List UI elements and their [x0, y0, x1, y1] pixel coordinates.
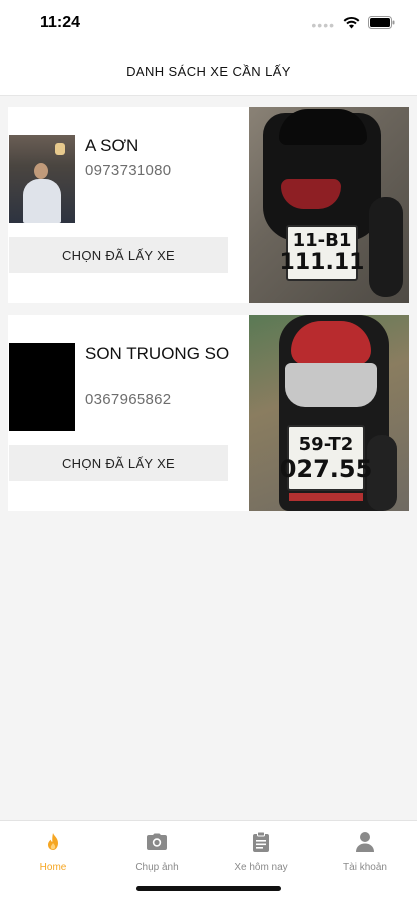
plate-top-line: 11-B1 [292, 230, 352, 251]
battery-icon [368, 16, 395, 34]
driver-phone[interactable]: 0367965862 [85, 391, 171, 408]
status-time: 11:24 [40, 14, 81, 31]
wifi-icon [343, 16, 360, 34]
vehicle-photo[interactable]: 59-T2 027.55 [249, 315, 409, 511]
driver-avatar[interactable] [9, 135, 75, 223]
plate-dealer-strip [289, 493, 363, 501]
plate-bottom-line: 027.55 [279, 454, 373, 483]
person-icon [354, 831, 376, 853]
vehicle-card: SON TRUONG SO 0367965862 CHỌN ĐÃ LẤY XE … [8, 315, 409, 511]
license-plate: 11-B1 111.11 [280, 225, 364, 281]
driver-name: A SƠN [85, 136, 139, 155]
tab-account[interactable]: Tài khoản [313, 831, 417, 881]
tab-home[interactable]: Home [1, 831, 105, 881]
tab-label: Home [39, 862, 67, 873]
tail-light [281, 179, 341, 209]
signal-dots-icon: •••• [311, 17, 335, 33]
tab-camera[interactable]: Chụp ảnh [105, 831, 209, 881]
bike-rear-panel [285, 363, 377, 407]
camera-icon [146, 831, 168, 853]
status-icons: •••• [311, 16, 395, 34]
clipboard-icon [250, 831, 272, 853]
avatar-person-body [23, 179, 61, 223]
app-header: DANH SÁCH XE CẦN LẤY [0, 48, 417, 96]
driver-avatar[interactable] [9, 343, 75, 431]
avatar-person-head [34, 163, 48, 179]
mark-picked-up-button[interactable]: CHỌN ĐÃ LẤY XE [9, 237, 228, 273]
plate-top-line: 59-T2 [298, 433, 354, 455]
vehicle-photo[interactable]: 11-B1 111.11 [249, 107, 409, 303]
mark-picked-up-button[interactable]: CHỌN ĐÃ LẤY XE [9, 445, 228, 481]
fire-icon [42, 831, 64, 853]
plate-bottom-line: 111.11 [279, 250, 365, 275]
status-bar: 11:24 •••• [0, 0, 417, 48]
page-title: DANH SÁCH XE CẦN LẤY [126, 64, 291, 79]
tab-label: Xe hôm nay [234, 862, 288, 873]
tail-light [291, 321, 371, 365]
driver-name: SON TRUONG SO [85, 344, 230, 363]
bike-tire [369, 197, 403, 297]
tab-label: Tài khoản [343, 862, 387, 873]
driver-phone[interactable]: 0973731080 [85, 162, 171, 179]
license-plate: 59-T2 027.55 [280, 425, 372, 491]
home-indicator[interactable] [136, 886, 281, 891]
tab-label: Chụp ảnh [135, 862, 179, 873]
vehicle-card: A SƠN 0973731080 CHỌN ĐÃ LẤY XE 11-B1 11… [8, 107, 409, 303]
bike-seat [279, 109, 367, 145]
avatar-lamp [55, 143, 65, 155]
tab-today-vehicles[interactable]: Xe hôm nay [209, 831, 313, 881]
